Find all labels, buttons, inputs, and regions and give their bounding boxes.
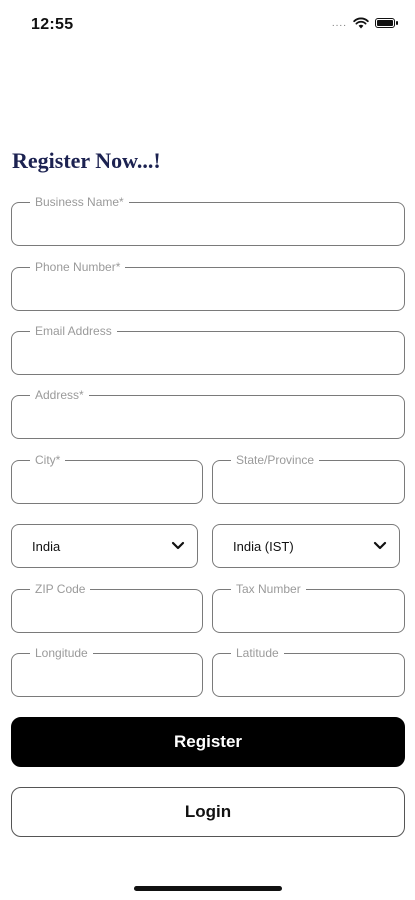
city-label: City* (30, 452, 66, 468)
signal-dots: .... (331, 17, 347, 29)
chevron-down-icon (171, 541, 185, 550)
email-address-input[interactable] (22, 342, 394, 368)
phone-number-label: Phone Number* (30, 259, 126, 275)
business-name-input[interactable] (22, 213, 394, 239)
country-select[interactable]: India (11, 524, 198, 568)
address-input[interactable] (22, 406, 394, 432)
timezone-select[interactable]: India (IST) (212, 524, 400, 568)
longitude-label: Longitude (30, 645, 93, 661)
state-province-label: State/Province (231, 452, 320, 468)
address-field[interactable]: Address* (11, 387, 405, 439)
phone-number-field[interactable]: Phone Number* (11, 259, 405, 311)
state-province-field[interactable]: State/Province (212, 452, 405, 504)
battery-icon (375, 18, 398, 28)
status-bar: 12:55 .... (0, 0, 415, 50)
tax-number-input[interactable] (223, 600, 394, 626)
page-title: Register Now...! (12, 148, 161, 173)
status-icons: .... (331, 17, 398, 29)
tax-number-label: Tax Number (231, 581, 306, 597)
longitude-input[interactable] (22, 664, 192, 690)
chevron-down-icon (373, 541, 387, 550)
longitude-field[interactable]: Longitude (11, 645, 203, 697)
wifi-icon (353, 17, 369, 29)
zip-code-field[interactable]: ZIP Code (11, 581, 203, 633)
login-button[interactable]: Login (11, 787, 405, 837)
status-time: 12:55 (31, 16, 74, 33)
zip-code-label: ZIP Code (30, 581, 91, 597)
state-province-input[interactable] (223, 471, 394, 497)
city-input[interactable] (22, 471, 192, 497)
zip-code-input[interactable] (22, 600, 192, 626)
phone-number-input[interactable] (22, 278, 394, 304)
home-indicator (134, 886, 282, 891)
latitude-label: Latitude (231, 645, 284, 661)
timezone-select-value: India (IST) (233, 538, 294, 554)
register-button[interactable]: Register (11, 717, 405, 767)
email-address-label: Email Address (30, 323, 117, 339)
email-address-field[interactable]: Email Address (11, 323, 405, 375)
business-name-field[interactable]: Business Name* (11, 194, 405, 246)
country-select-value: India (32, 538, 61, 554)
business-name-label: Business Name* (30, 194, 129, 210)
address-label: Address* (30, 387, 89, 403)
latitude-input[interactable] (223, 664, 394, 690)
tax-number-field[interactable]: Tax Number (212, 581, 405, 633)
latitude-field[interactable]: Latitude (212, 645, 405, 697)
city-field[interactable]: City* (11, 452, 203, 504)
